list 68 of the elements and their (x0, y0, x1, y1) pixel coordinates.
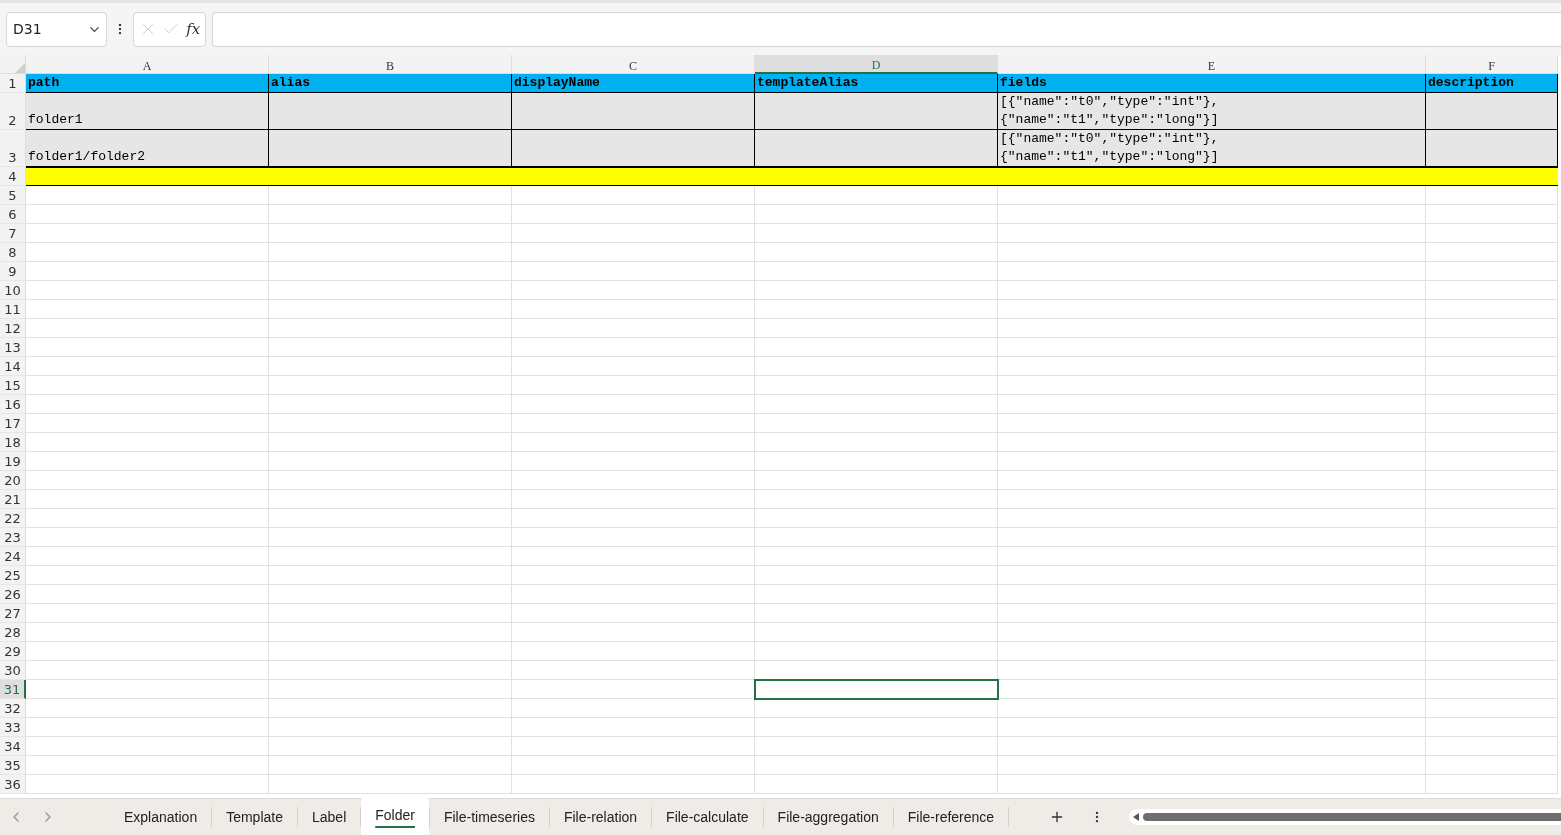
row-header[interactable]: 7 (0, 224, 26, 243)
row-header[interactable]: 9 (0, 262, 26, 281)
column-header[interactable]: E (998, 55, 1426, 74)
row-header[interactable]: 19 (0, 452, 26, 471)
sheet-tab[interactable]: File-reference (893, 799, 1009, 835)
table-cell: [{″name″:″t0″,″type″:″int″}, {″name″:″t1″,″type″:″long″}] (998, 130, 1426, 167)
row-header[interactable]: 21 (0, 490, 26, 509)
row-header[interactable]: 32 (0, 699, 26, 718)
sheet-tab[interactable]: Template (212, 799, 297, 835)
header-cell: path (26, 74, 269, 93)
row-header[interactable]: 13 (0, 338, 26, 357)
row-header[interactable]: 35 (0, 756, 26, 775)
sheet-tab[interactable]: File-aggregation (763, 799, 893, 835)
insert-function-button[interactable]: fx (186, 20, 201, 38)
row-header[interactable]: 22 (0, 509, 26, 528)
row-header[interactable]: 14 (0, 357, 26, 376)
row-header[interactable]: 8 (0, 243, 26, 262)
row-header[interactable]: 36 (0, 775, 26, 794)
row-header[interactable]: 15 (0, 376, 26, 395)
table-cell: [{″name″:″t0″,″type″:″int″}, {″name″:″t1″,″type″:″long″}] (998, 93, 1426, 130)
row-header[interactable]: 12 (0, 319, 26, 338)
scroll-left-icon[interactable] (1133, 813, 1140, 821)
row-header[interactable]: 34 (0, 737, 26, 756)
row-header[interactable]: 18 (0, 433, 26, 452)
row-header[interactable]: 4 (0, 167, 26, 186)
column-header[interactable]: D (755, 55, 998, 74)
row-header[interactable]: 31 (0, 680, 26, 699)
sheet-tab[interactable]: Folder (361, 795, 429, 835)
header-cell: templateAlias (755, 74, 998, 93)
sheet-tab[interactable]: File-relation (549, 799, 652, 835)
table-cell: folder1 (26, 93, 269, 130)
row-header[interactable]: 6 (0, 205, 26, 224)
sheet-tab[interactable]: Explanation (110, 799, 212, 835)
row-header[interactable]: 1 (0, 74, 26, 93)
column-header[interactable]: F (1426, 55, 1558, 74)
row-header[interactable]: 25 (0, 566, 26, 585)
row-header[interactable]: 24 (0, 547, 26, 566)
row-header[interactable]: 26 (0, 585, 26, 604)
row-header[interactable]: 5 (0, 186, 26, 205)
header-cell: displayName (512, 74, 755, 93)
row-header[interactable]: 20 (0, 471, 26, 490)
header-cell: description (1426, 74, 1558, 93)
scrollbar-thumb[interactable] (1143, 813, 1561, 821)
column-header[interactable]: A (26, 55, 269, 74)
formula-input[interactable] (212, 11, 1561, 47)
row-header[interactable]: 28 (0, 623, 26, 642)
row-header[interactable]: 29 (0, 642, 26, 661)
sheet-tab[interactable]: File-timeseries (429, 799, 549, 835)
row-header[interactable]: 30 (0, 661, 26, 680)
row-header[interactable]: 17 (0, 414, 26, 433)
column-header[interactable]: C (512, 55, 755, 74)
row-header[interactable]: 16 (0, 395, 26, 414)
header-cell: fields (998, 74, 1426, 93)
row-header[interactable]: 23 (0, 528, 26, 547)
row-header[interactable]: 33 (0, 718, 26, 737)
row-header[interactable]: 11 (0, 300, 26, 319)
row-header[interactable]: 27 (0, 604, 26, 623)
table-cell: folder1/folder2 (26, 130, 269, 167)
sheet-tab[interactable]: Label (298, 799, 361, 835)
sheet-tab[interactable]: File-calculate (652, 799, 763, 835)
horizontal-scrollbar[interactable] (1129, 809, 1561, 825)
row-header[interactable]: 3 (0, 130, 26, 167)
name-box[interactable]: D31 (6, 11, 107, 47)
row-header[interactable]: 2 (0, 93, 26, 130)
header-cell: alias (269, 74, 512, 93)
column-header[interactable]: B (269, 55, 512, 74)
selected-cell[interactable] (755, 680, 998, 699)
row-header[interactable]: 10 (0, 281, 26, 300)
